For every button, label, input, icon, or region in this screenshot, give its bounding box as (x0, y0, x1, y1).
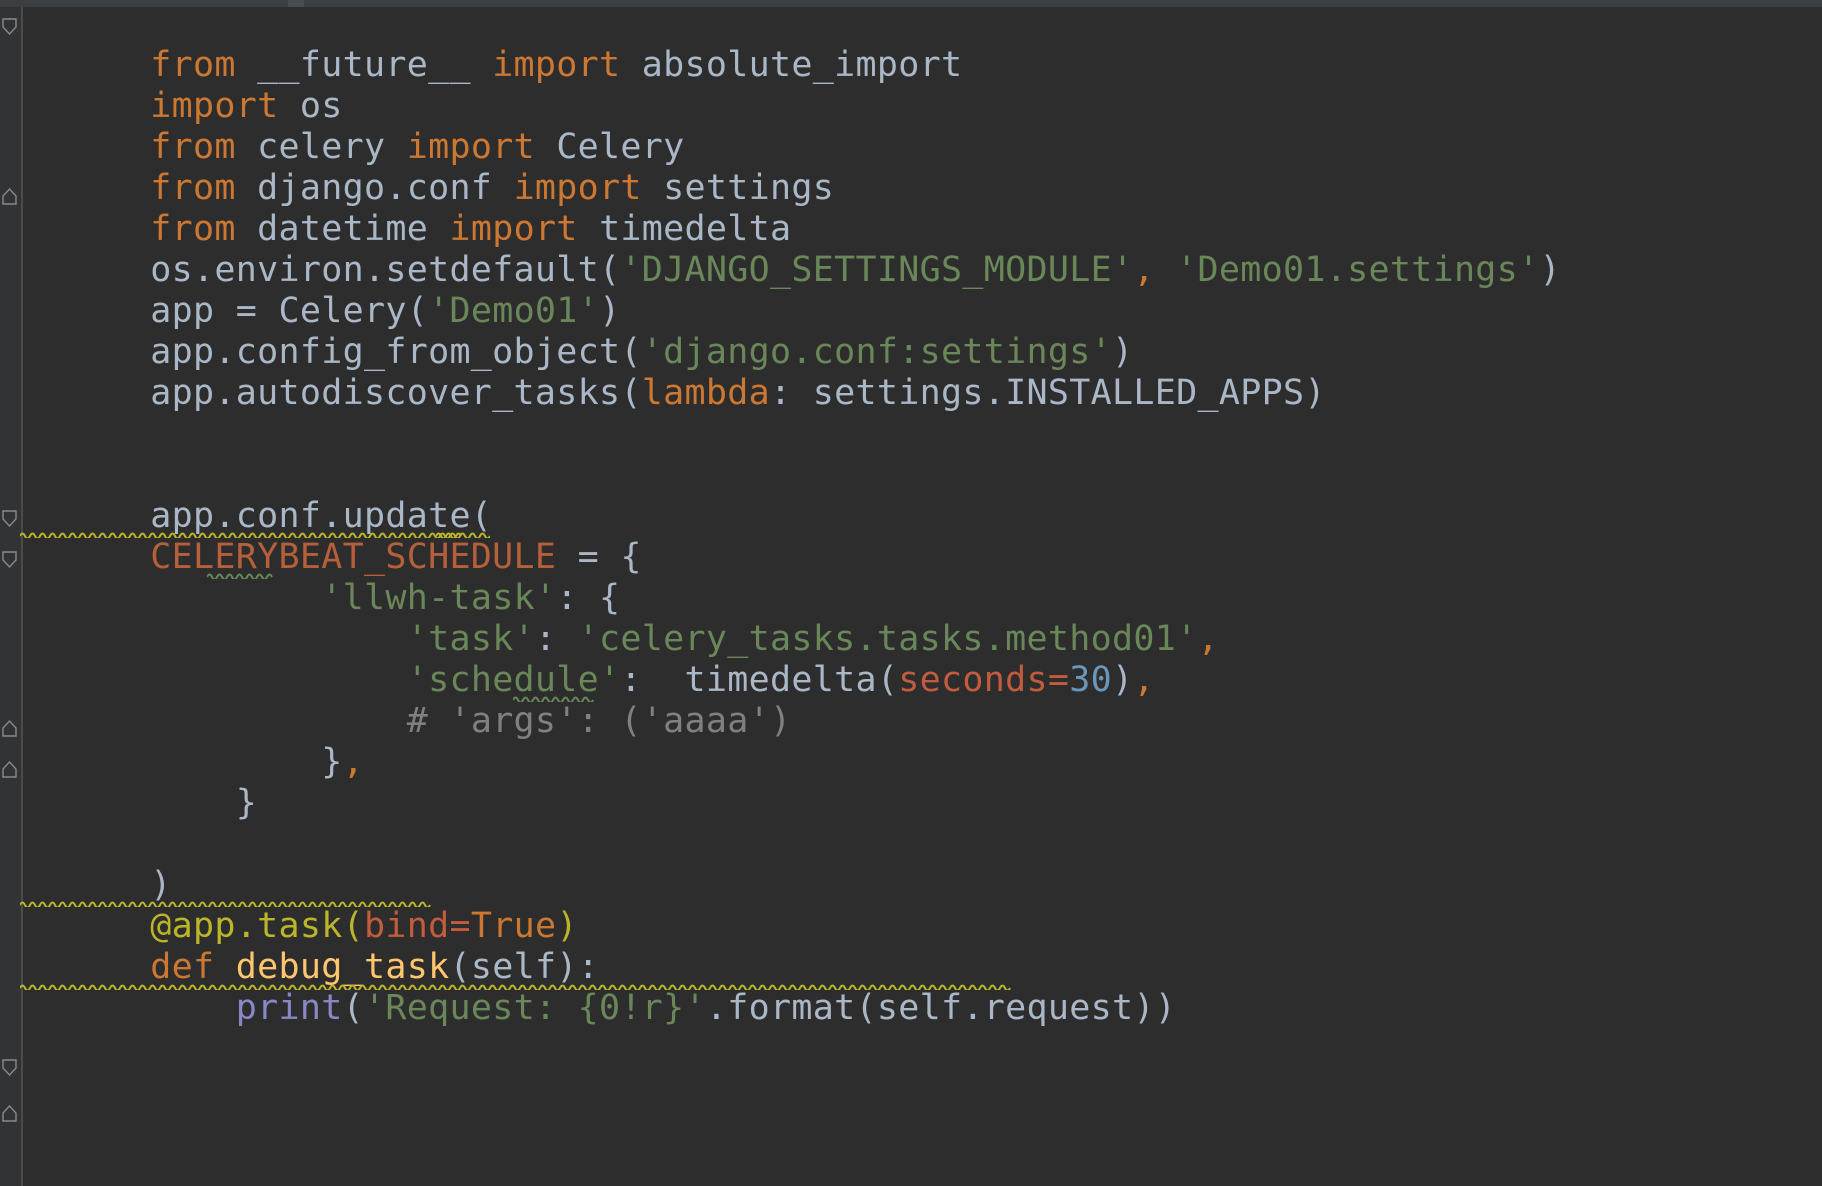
typo-squiggle (207, 572, 273, 579)
token-keyword: lambda (641, 373, 771, 413)
code-line: 'task': 'celery_tasks.tasks.method01', (22, 578, 1219, 659)
code-line: } (22, 742, 257, 823)
code-line: app.autodiscover_tasks(lambda: settings.… (22, 332, 1326, 413)
token-text: } (150, 783, 258, 823)
typo-squiggle (513, 695, 597, 702)
token-text: app.autodiscover_tasks( (150, 373, 642, 413)
code-line: from celery import Celery (22, 86, 685, 167)
code-line: def debug_task(self): (22, 906, 599, 987)
token-number: 30 (1069, 660, 1112, 700)
token-string: 'Demo01.settings' (1154, 250, 1540, 290)
code-line: # 'args': ('aaaa') (22, 660, 791, 741)
token-comma: , (1133, 660, 1155, 700)
token-keyword: import (492, 45, 642, 85)
token-text: .format(self.request)) (705, 988, 1177, 1028)
token-comment: # 'args': ('aaaa') (406, 701, 792, 741)
token-paren: ( (342, 988, 364, 1028)
token-comma: , (342, 742, 364, 782)
code-line: ) (22, 824, 172, 905)
token-text: ) (1112, 660, 1134, 700)
code-line: from datetime import timedelta (22, 168, 791, 249)
token-text: absolute_import (641, 45, 963, 85)
token-comma: , (1133, 250, 1155, 290)
code-area[interactable]: from __future__ import absolute_import i… (0, 0, 1822, 1186)
code-line: from django.conf import settings (22, 127, 834, 208)
code-line: 'schedule': timedelta(seconds=30), (22, 619, 1155, 700)
token-string: 'Request: {0!r}' (363, 988, 706, 1028)
code-line: from __future__ import absolute_import (22, 4, 962, 85)
warning-squiggle (20, 531, 490, 538)
code-line: import os (22, 45, 343, 126)
code-line: app = Celery('Demo01') (22, 250, 620, 331)
token-string: 'DJANGO_SETTINGS_MODULE' (620, 250, 1134, 290)
token-text: } (321, 742, 343, 782)
code-line: print('Request: {0!r}'.format(self.reque… (22, 947, 1176, 1028)
token-comma: , (1197, 619, 1219, 659)
token-text: ) (1539, 250, 1561, 290)
code-editor[interactable]: from __future__ import absolute_import i… (0, 0, 1822, 1186)
warning-squiggle (20, 900, 432, 907)
code-line: }, (22, 701, 364, 782)
warning-squiggle (436, 531, 462, 538)
code-line: app.conf.update( (22, 455, 492, 536)
code-line: 'llwh-task': { (22, 537, 620, 618)
token-builtin-function: print (235, 988, 343, 1028)
token-operator: = (1047, 660, 1070, 700)
warning-squiggle (20, 983, 1012, 990)
code-line: app.config_from_object('django.conf:sett… (22, 291, 1133, 372)
code-line: os.environ.setdefault('DJANGO_SETTINGS_M… (22, 209, 1561, 290)
token-keyword-argument: seconds (898, 660, 1048, 700)
token-text: : settings.INSTALLED_APPS) (770, 373, 1326, 413)
